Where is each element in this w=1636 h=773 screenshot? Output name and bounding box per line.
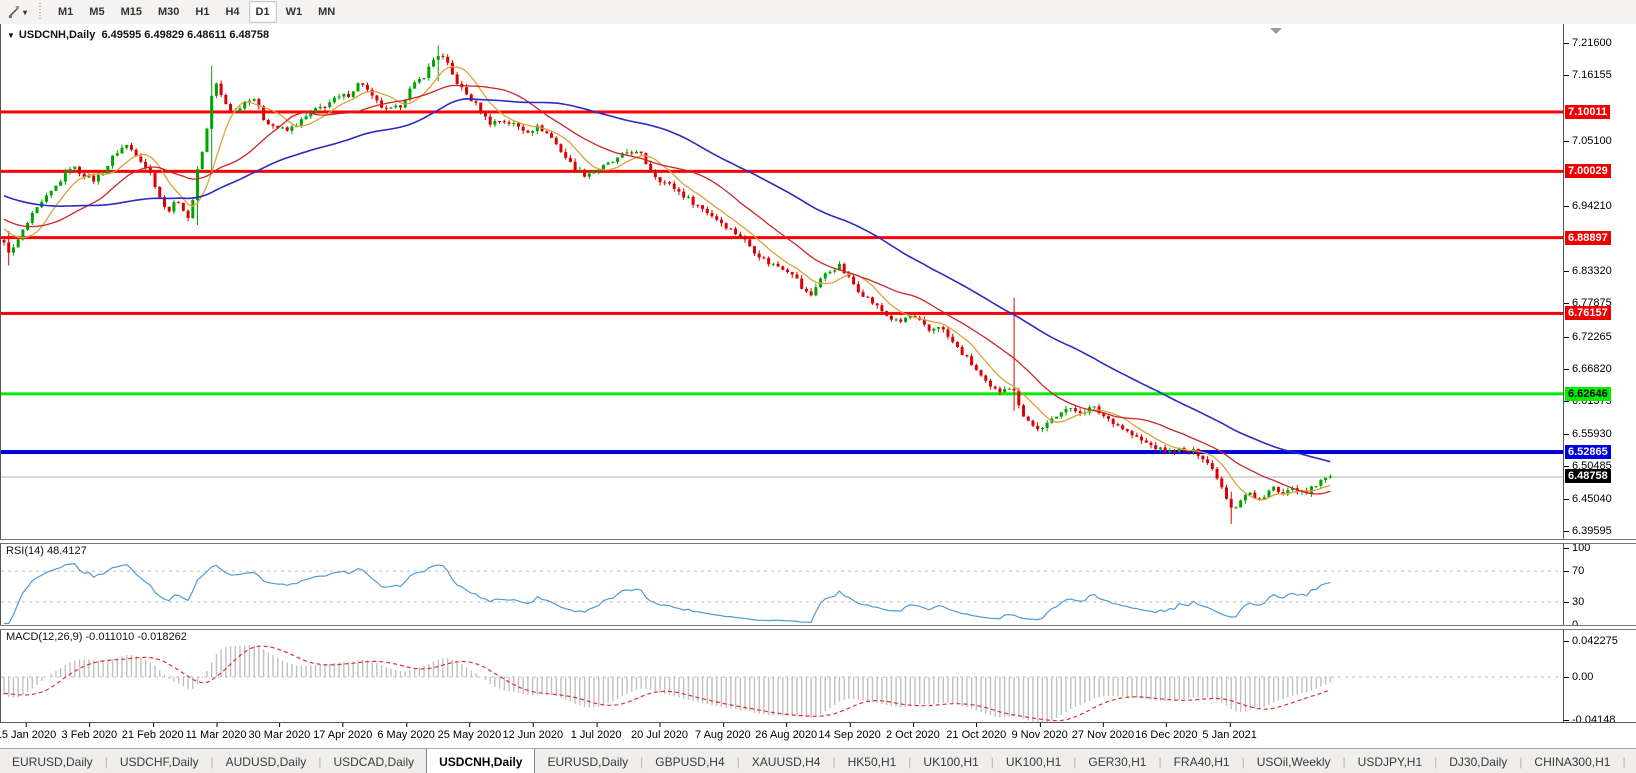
- chevron-down-icon: ▾: [23, 8, 27, 17]
- chart-tab-usoil-[interactable]: USOil,: [1626, 749, 1636, 773]
- price-tick-label: 7.16155: [1572, 69, 1612, 82]
- timeframe-button-m1[interactable]: M1: [51, 1, 80, 23]
- rsi-label: RSI(14) 48.4127: [6, 545, 87, 557]
- date-axis[interactable]: 15 Jan 2020 3 Feb 2020 21 Feb 202011 Mar 2…: [0, 722, 1636, 749]
- timeframe-button-h1[interactable]: H1: [188, 1, 216, 23]
- crosshair-icon: [7, 5, 21, 19]
- date-tick-label: 15 Jan 2020: [0, 729, 56, 741]
- chart-tab-eurusd-daily[interactable]: EURUSD,Daily: [0, 749, 105, 773]
- chart-tab-hk50-h1[interactable]: HK50,H1: [836, 749, 909, 773]
- price-tick-label: 6.94210: [1572, 200, 1612, 213]
- date-tick-label: 6 May 2020: [377, 729, 434, 741]
- date-tick-label: 16 Dec 2020: [1135, 729, 1197, 741]
- date-tick-label: 20 Jul 2020: [631, 729, 688, 741]
- date-tick-label: 7 Aug 2020: [695, 729, 751, 741]
- level-price-badge: 7.00029: [1565, 164, 1611, 178]
- level-price-badge: 6.76157: [1565, 306, 1611, 320]
- quote-low: 6.48611: [187, 29, 226, 41]
- date-tick-label: 14 Sep 2020: [818, 729, 880, 741]
- timeframe-button-d1[interactable]: D1: [249, 1, 277, 23]
- price-tick-label: 6.72265: [1572, 331, 1612, 344]
- chart-tab-fra40-h1[interactable]: FRA40,H1: [1162, 749, 1242, 773]
- rsi-axis[interactable]: 10070300: [1564, 543, 1636, 626]
- date-tick-label: 26 Aug 2020: [755, 729, 817, 741]
- mt4-window: ▾ M1M5M15M30H1H4D1W1MN ▼ USDCNH,Daily 6.4…: [0, 0, 1636, 773]
- chart-tabbar: EURUSD,Daily|USDCHF,Daily|AUDUSD,Daily|U…: [0, 748, 1636, 773]
- macd-tick-label: 0.042275: [1572, 635, 1618, 648]
- price-tick-label: 7.05100: [1572, 135, 1612, 148]
- chart-tab-dj30-daily[interactable]: DJ30,Daily: [1437, 749, 1519, 773]
- date-tick-label: 17 Apr 2020: [313, 729, 372, 741]
- timeframe-button-m30[interactable]: M30: [151, 1, 186, 23]
- cursor-tool-button[interactable]: ▾: [4, 0, 30, 24]
- panel-splitter-macd[interactable]: [0, 625, 1636, 630]
- level-price-badge: 6.62646: [1565, 387, 1611, 401]
- date-tick-label: 5 Jan 2021: [1202, 729, 1256, 741]
- date-tick-label: 21 Feb 2020: [122, 729, 184, 741]
- date-tick-label: 11 Mar 2020: [186, 729, 247, 741]
- rsi-panel: RSI(14) 48.4127 10070300: [0, 543, 1636, 626]
- macd-tick-label: 0.00: [1572, 671, 1593, 684]
- price-tick-label: 6.39595: [1572, 525, 1612, 538]
- level-price-badge: 7.10011: [1565, 105, 1610, 119]
- timeframe-buttons: M1M5M15M30H1H4D1W1MN: [50, 1, 343, 23]
- chart-tab-eurusd-daily[interactable]: EURUSD,Daily: [535, 749, 640, 773]
- chart-tab-usoil-weekly[interactable]: USOil,Weekly: [1245, 749, 1343, 773]
- chart-tab-uk100-h1[interactable]: UK100,H1: [911, 749, 990, 773]
- price-tick-label: 6.83320: [1572, 265, 1612, 278]
- date-tick-label: 21 Oct 2020: [946, 729, 1006, 741]
- date-tick-label: 30 Mar 2020: [249, 729, 311, 741]
- chart-tab-ger30-h1[interactable]: GER30,H1: [1076, 749, 1158, 773]
- chart-title: ▼ USDCNH,Daily 6.49595 6.49829 6.48611 6.…: [7, 29, 269, 41]
- chart-tab-usdcad-daily[interactable]: USDCAD,Daily: [321, 749, 426, 773]
- price-axis[interactable]: 7.21600 7.16155 7.10011 7.05100 7.00029 6.942…: [1564, 24, 1636, 541]
- price-tick-label: 6.66820: [1572, 363, 1612, 376]
- current-price-badge: 6.48758: [1565, 469, 1611, 483]
- price-tick-label: 6.55930: [1572, 428, 1612, 441]
- price-tick-label: 7.21600: [1572, 37, 1612, 50]
- rsi-chart-plot[interactable]: [0, 543, 1564, 626]
- quote-high: 6.49829: [144, 29, 184, 41]
- timeframe-toolbar: ▾ M1M5M15M30H1H4D1W1MN: [0, 0, 1636, 25]
- date-tick-label: 27 Nov 2020: [1072, 729, 1134, 741]
- date-tick-label: 12 Jun 2020: [503, 729, 564, 741]
- date-tick-label: 3 Feb 2020: [62, 729, 118, 741]
- macd-panel: MACD(12,26,9) -0.011010 -0.018262 0.0422…: [0, 629, 1636, 722]
- chart-tab-gbpusd-h4[interactable]: GBPUSD,H4: [643, 749, 736, 773]
- timeframe-button-h4[interactable]: H4: [218, 1, 246, 23]
- panel-splitter-rsi[interactable]: [0, 539, 1636, 544]
- macd-axis[interactable]: 0.0422750.00-0.04148: [1564, 629, 1636, 722]
- main-chart-panel: ▼ USDCNH,Daily 6.49595 6.49829 6.48611 6.…: [0, 24, 1636, 541]
- date-tick-label: 9 Nov 2020: [1011, 729, 1067, 741]
- timeframe-button-mn[interactable]: MN: [311, 1, 342, 23]
- date-tick-label: 25 May 2020: [438, 729, 502, 741]
- chart-tab-usdcnh-daily[interactable]: USDCNH,Daily: [426, 749, 535, 773]
- quote-open: 6.49595: [101, 29, 141, 41]
- chart-tab-audusd-daily[interactable]: AUDUSD,Daily: [214, 749, 319, 773]
- price-tick-label: 6.45040: [1572, 493, 1612, 506]
- timeframe-button-w1[interactable]: W1: [279, 1, 310, 23]
- macd-label: MACD(12,26,9) -0.011010 -0.018262: [6, 631, 187, 643]
- macd-chart-plot[interactable]: [0, 629, 1564, 722]
- chart-tab-xauusd-h4[interactable]: XAUUSD,H4: [740, 749, 833, 773]
- quote-close: 6.48758: [229, 29, 269, 41]
- chart-tab-usdjpy-h1[interactable]: USDJPY,H1: [1346, 749, 1434, 773]
- timeframe-button-m5[interactable]: M5: [82, 1, 111, 23]
- rsi-tick-label: 70: [1572, 565, 1584, 578]
- rsi-tick-label: 30: [1572, 596, 1584, 609]
- timeframe-button-m15[interactable]: M15: [114, 1, 149, 23]
- level-price-badge: 6.52865: [1565, 445, 1611, 459]
- candlestick-chart-plot[interactable]: [0, 24, 1564, 541]
- toolbar-grip[interactable]: [37, 3, 42, 21]
- chart-tab-uk100-h1[interactable]: UK100,H1: [994, 749, 1073, 773]
- level-price-badge: 6.88897: [1565, 231, 1611, 245]
- axis-separator-line: [1563, 24, 1564, 722]
- chart-tab-usdchf-daily[interactable]: USDCHF,Daily: [108, 749, 211, 773]
- chart-symbol-label: USDCNH,Daily: [19, 29, 95, 41]
- chart-tab-china300-h1[interactable]: CHINA300,H1: [1522, 749, 1622, 773]
- collapse-triangle-icon[interactable]: ▼: [7, 31, 15, 40]
- date-tick-label: 1 Jul 2020: [571, 729, 622, 741]
- date-tick-label: 2 Oct 2020: [886, 729, 940, 741]
